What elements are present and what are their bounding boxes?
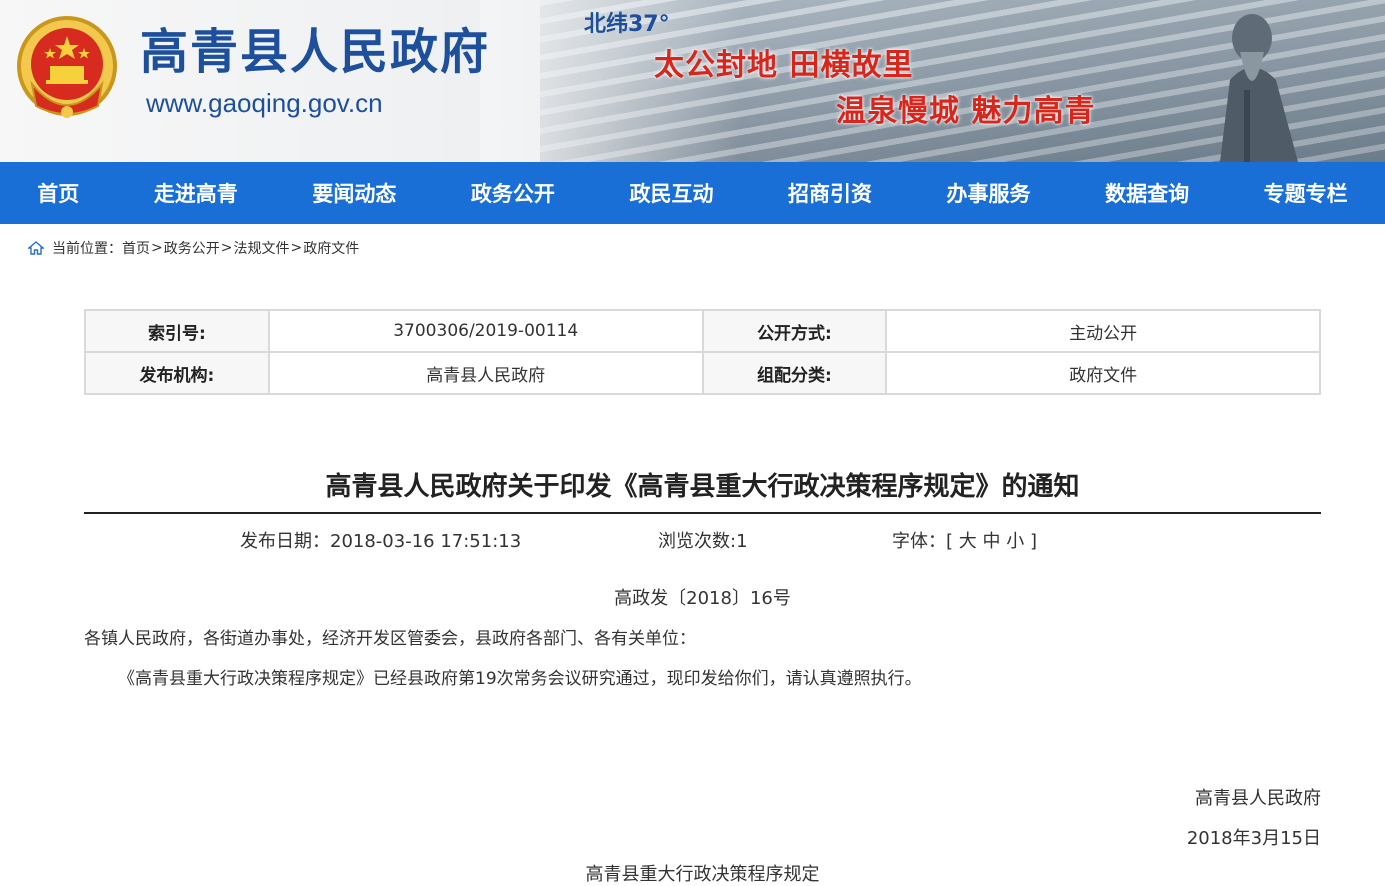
slogan-line2: 温泉慢城 魅力高青 — [836, 94, 1096, 129]
nav-item-home[interactable]: 首页 — [37, 178, 79, 208]
site-banner: 高青县人民政府 www.gaoqing.gov.cn 北纬37° 太公封地 田横… — [0, 0, 1385, 162]
view-count: 浏览次数:1 — [658, 531, 748, 552]
document-number: 高政发〔2018〕16号 — [614, 588, 791, 609]
public-method-value: 主动公开 — [885, 309, 1321, 353]
nav-item-news[interactable]: 要闻动态 — [312, 178, 396, 208]
article-title: 高青县人民政府关于印发《高青县重大行政决策程序规定》的通知 — [325, 472, 1080, 502]
font-size-switcher: 字体：[ 大 中 小 ] — [892, 527, 1037, 553]
table-row: 发布机构: 高青县人民政府 组配分类: 政府文件 — [84, 351, 1321, 395]
breadcrumb-separator: > — [290, 240, 303, 256]
breadcrumb-item-gov-documents[interactable]: 政府文件 — [303, 238, 359, 258]
site-url: www.gaoqing.gov.cn — [146, 88, 383, 118]
nav-item-about[interactable]: 走进高青 — [154, 178, 238, 208]
sign-date: 2018年3月15日 — [1186, 828, 1321, 849]
slogan-line1: 太公封地 田横故里 — [654, 48, 914, 83]
breadcrumb: 当前位置： 首页 > 政务公开 > 法规文件 > 政府文件 — [28, 238, 359, 258]
document-meta-table: 索引号: 3700306/2019-00114 公开方式: 主动公开 发布机构:… — [84, 309, 1321, 395]
public-method-label: 公开方式: — [701, 309, 888, 353]
breadcrumb-item-regulations[interactable]: 法规文件 — [233, 238, 289, 258]
table-row: 索引号: 3700306/2019-00114 公开方式: 主动公开 — [84, 309, 1321, 353]
attachment-title: 高青县重大行政决策程序规定 — [585, 864, 820, 885]
nav-item-data[interactable]: 数据查询 — [1105, 178, 1189, 208]
body-paragraph: 《高青县重大行政决策程序规定》已经县政府第19次常务会议研究通过，现印发给你们，… — [118, 669, 922, 689]
publisher-label: 发布机构: — [84, 351, 270, 395]
nav-item-interaction[interactable]: 政民互动 — [629, 178, 713, 208]
nav-item-topics[interactable]: 专题专栏 — [1264, 178, 1348, 208]
breadcrumb-item-home[interactable]: 首页 — [122, 238, 150, 258]
publish-date: 发布日期：2018-03-16 17:51:13 — [240, 531, 522, 552]
publisher-value: 高青县人民政府 — [267, 351, 704, 395]
breadcrumb-separator: > — [220, 240, 233, 256]
title-divider — [84, 512, 1321, 514]
nav-item-investment[interactable]: 招商引资 — [788, 178, 872, 208]
home-icon — [28, 241, 44, 255]
signature: 高青县人民政府 — [1195, 788, 1321, 809]
font-small-button[interactable]: 小 — [1006, 531, 1024, 552]
national-emblem-icon — [17, 16, 117, 118]
main-nav: 首页 走进高青 要闻动态 政务公开 政民互动 招商引资 办事服务 数据查询 专题… — [0, 162, 1385, 224]
latitude-label: 北纬37° — [584, 12, 670, 37]
font-size-suffix: ] — [1029, 531, 1037, 552]
index-value: 3700306/2019-00114 — [267, 309, 704, 353]
index-label: 索引号: — [84, 309, 270, 353]
statue-image — [1220, 14, 1298, 162]
nav-item-services[interactable]: 办事服务 — [947, 178, 1031, 208]
category-value: 政府文件 — [885, 351, 1321, 395]
breadcrumb-prefix: 当前位置： — [52, 241, 122, 257]
font-size-prefix: 字体：[ — [892, 531, 954, 552]
font-large-button[interactable]: 大 — [959, 531, 977, 552]
nav-item-gov-affairs[interactable]: 政务公开 — [471, 178, 555, 208]
recipients-paragraph: 各镇人民政府，各街道办事处，经济开发区管委会，县政府各部门、各有关单位： — [84, 629, 696, 649]
breadcrumb-separator: > — [151, 240, 163, 256]
breadcrumb-item-gov-affairs[interactable]: 政务公开 — [164, 238, 220, 258]
font-medium-button[interactable]: 中 — [983, 531, 1001, 552]
category-label: 组配分类: — [701, 351, 888, 395]
site-name: 高青县人民政府 — [140, 24, 491, 80]
